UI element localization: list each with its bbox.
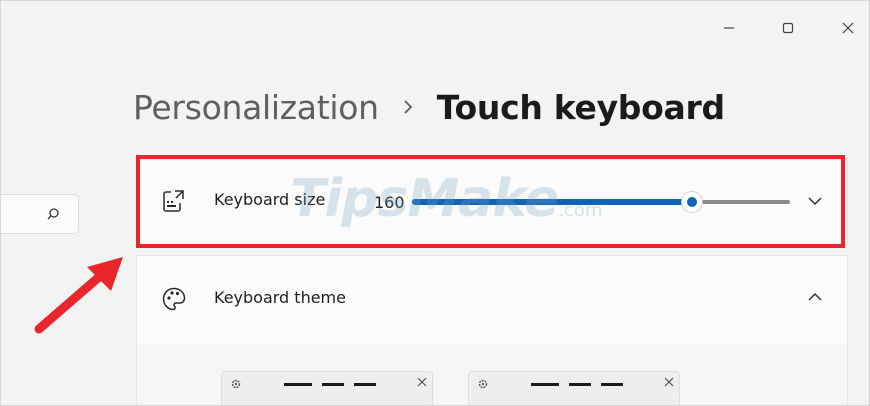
- gear-icon: [478, 379, 488, 389]
- close-icon: [417, 377, 427, 387]
- theme-preview-bars: [284, 383, 376, 386]
- arrow-annotation-icon: [34, 257, 123, 334]
- keyboard-size-slider[interactable]: [412, 192, 790, 212]
- theme-preview-bars: [531, 383, 623, 386]
- slider-thumb[interactable]: [681, 192, 702, 212]
- chevron-right-icon: [379, 99, 437, 115]
- theme-preview-alt[interactable]: [468, 371, 680, 405]
- theme-preview-light[interactable]: [221, 371, 433, 405]
- chevron-down-icon[interactable]: [806, 192, 824, 210]
- gear-icon: [231, 379, 241, 389]
- maximize-button[interactable]: [768, 11, 808, 45]
- close-icon: [664, 377, 674, 387]
- search-icon: [47, 208, 59, 220]
- slider-fill: [412, 199, 692, 205]
- keyboard-size-value: 160: [374, 193, 405, 212]
- keyboard-resize-icon: [163, 190, 184, 212]
- page-title: Touch keyboard: [436, 87, 725, 127]
- keyboard-theme-setting: Keyboard theme: [136, 255, 848, 345]
- keyboard-size-label: Keyboard size: [214, 190, 326, 209]
- breadcrumb-parent[interactable]: Personalization: [133, 88, 379, 127]
- maximize-icon: [782, 22, 794, 34]
- settings-window: Personalization Touch keyboard Keyboard …: [0, 0, 870, 406]
- minimize-icon: [724, 27, 734, 29]
- keyboard-theme-label: Keyboard theme: [214, 288, 346, 307]
- minimize-button[interactable]: [709, 11, 749, 45]
- close-icon: [842, 22, 854, 34]
- keyboard-size-setting: Keyboard size 160: [136, 159, 848, 245]
- breadcrumb: Personalization Touch keyboard: [133, 81, 725, 133]
- palette-icon: [162, 287, 186, 311]
- search-input[interactable]: [1, 194, 79, 234]
- chevron-up-icon[interactable]: [806, 288, 824, 306]
- close-button[interactable]: [828, 11, 868, 45]
